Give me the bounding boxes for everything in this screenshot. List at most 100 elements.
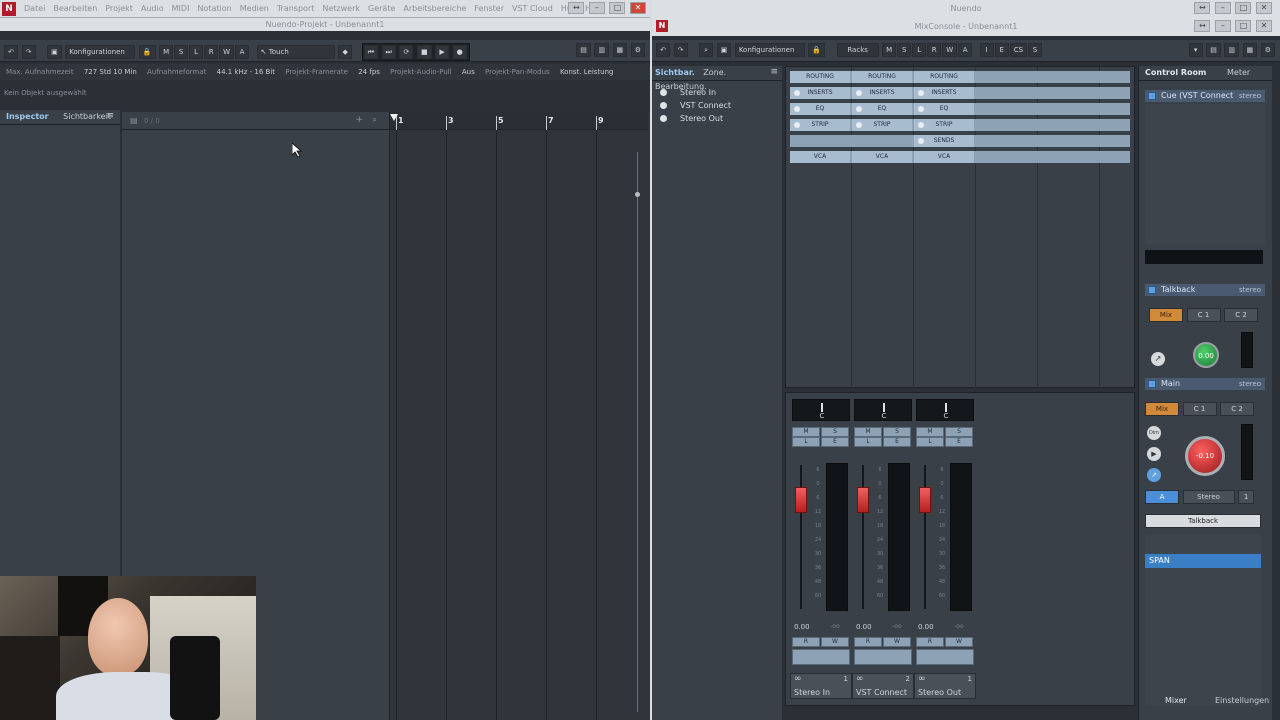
toolbar-toggle-r[interactable]: R	[204, 45, 219, 59]
lock-icon[interactable]: 🔒	[138, 45, 156, 59]
zoom-handle[interactable]	[635, 192, 640, 197]
search-icon[interactable]: ⌕	[699, 43, 714, 57]
redo-icon[interactable]: ↷	[21, 45, 36, 59]
strip-w-button[interactable]: W	[945, 637, 973, 647]
rack-vca-button[interactable]: VCA	[914, 151, 974, 163]
event-display[interactable]	[390, 130, 648, 720]
strip-s-button[interactable]: S	[945, 427, 973, 437]
lower-zone-icon[interactable]: ▥	[1224, 43, 1239, 57]
strip-w-button[interactable]: W	[821, 637, 849, 647]
cycle-icon[interactable]: ⟳	[399, 45, 414, 59]
gear-icon[interactable]: ⚙	[630, 43, 645, 57]
main-header[interactable]: Main stereo	[1145, 378, 1265, 390]
toolbar-toggle-m[interactable]: M	[159, 45, 174, 59]
rack-strip-button[interactable]: STRIP	[790, 119, 850, 131]
rack-routing-button[interactable]: ROUTING	[914, 71, 974, 83]
format-value[interactable]: 44.1 kHz - 16 Bit	[217, 68, 275, 76]
link-icon[interactable]: ∞	[856, 674, 864, 684]
rack-vca-button[interactable]: VCA	[852, 151, 912, 163]
volume-fader[interactable]	[919, 487, 931, 513]
minimize-button[interactable]: –	[588, 2, 605, 14]
strip-e-button[interactable]: E	[945, 437, 973, 447]
vertical-zoom[interactable]	[632, 132, 644, 712]
play-icon[interactable]: ▶	[1147, 447, 1161, 461]
talkback-c1-button[interactable]: C 1	[1186, 308, 1221, 322]
talkback-toggle-icon[interactable]	[1148, 286, 1156, 294]
search-icon[interactable]: ⌕	[373, 115, 377, 125]
menu-item[interactable]: Arbeitsbereiche	[399, 0, 470, 18]
rack-routing-button[interactable]: ROUTING	[852, 71, 912, 83]
main-c1-button[interactable]: C 1	[1182, 402, 1217, 416]
rack-power-icon[interactable]	[856, 106, 862, 112]
main-toggle-icon[interactable]	[1148, 380, 1156, 388]
rack-sends-button[interactable]: SENDS	[914, 135, 974, 147]
automation-icon[interactable]: ◆	[338, 45, 353, 59]
menu-item[interactable]: Transport	[273, 0, 319, 18]
max-time-value[interactable]: 727 Std 10 Min	[84, 68, 137, 76]
right-zone-icon[interactable]: ▦	[1242, 43, 1258, 57]
restore-icon[interactable]: ↔	[568, 2, 585, 14]
record-icon[interactable]: ●	[452, 45, 467, 59]
rack-eq-button[interactable]: EQ	[790, 103, 850, 115]
volume-fader[interactable]	[795, 487, 807, 513]
layout-icon[interactable]: ▣	[716, 43, 732, 57]
speaker-a-button[interactable]: A	[1145, 490, 1179, 504]
strip-l-button[interactable]: L	[854, 437, 882, 447]
rack-power-icon[interactable]	[918, 90, 924, 96]
rack-power-icon[interactable]	[918, 106, 924, 112]
toolbar-toggle-l[interactable]: L	[189, 45, 204, 59]
tab-meter[interactable]: Meter	[1221, 66, 1256, 80]
list-item[interactable]: VST Connect	[652, 99, 782, 112]
rack-strip-button[interactable]: STRIP	[852, 119, 912, 131]
toolbar-toggle-l[interactable]: L	[912, 43, 927, 57]
link-icon[interactable]: ∞	[794, 674, 802, 684]
toolbar-toggle-a[interactable]: A	[235, 45, 250, 59]
list-icon[interactable]: ▤	[130, 116, 138, 125]
close-button[interactable]: ✕	[1256, 2, 1272, 14]
configurations-dropdown[interactable]: Konfigurationen	[65, 45, 136, 59]
stop-icon[interactable]: ■	[416, 45, 432, 59]
rack-inserts-button[interactable]: INSERTS	[852, 87, 912, 99]
rack-strip-button[interactable]: STRIP	[914, 119, 974, 131]
visibility-dot-icon[interactable]	[660, 115, 667, 122]
strip-m-button[interactable]: M	[854, 427, 882, 437]
close-button[interactable]: ✕	[1256, 20, 1272, 32]
talkback-mix-button[interactable]: Mix	[1149, 308, 1183, 322]
pan-control[interactable]: C	[792, 399, 850, 421]
list-item[interactable]: Stereo In	[652, 86, 782, 99]
maximize-button[interactable]: □	[1235, 20, 1252, 32]
link-icon[interactable]: ↗	[1151, 352, 1165, 366]
ruler[interactable]: 1 3 5 7 9	[390, 112, 648, 130]
channel-name-bar[interactable]: ∞ 1 Stereo Out	[914, 673, 976, 699]
rack-power-icon[interactable]	[918, 138, 924, 144]
strip-r-button[interactable]: R	[854, 637, 882, 647]
framerate-value[interactable]: 24 fps	[358, 68, 380, 76]
rack-inserts-button[interactable]: INSERTS	[914, 87, 974, 99]
volume-value[interactable]: 0.00	[794, 623, 810, 631]
talkback-level-knob[interactable]: 0.00	[1193, 342, 1219, 368]
menu-item[interactable]: MIDI	[168, 0, 194, 18]
main-mix-button[interactable]: Mix	[1145, 402, 1179, 416]
channel-name-bar[interactable]: ∞ 2 VST Connect	[852, 673, 914, 699]
strip-m-button[interactable]: M	[916, 427, 944, 437]
toolbar-toggle-a[interactable]: A	[958, 43, 973, 57]
strip-s-button[interactable]: S	[883, 427, 911, 437]
add-track-icon[interactable]: +	[355, 115, 363, 125]
rack-eq-button[interactable]: EQ	[852, 103, 912, 115]
minimize-button[interactable]: –	[1214, 2, 1231, 14]
menu-item[interactable]: VST Cloud	[508, 0, 557, 18]
menu-item[interactable]: Geräte	[364, 0, 399, 18]
left-zone-icon[interactable]: ▤	[576, 43, 591, 57]
gear-icon[interactable]: ⚙	[1260, 43, 1275, 57]
rack-power-icon[interactable]	[918, 122, 924, 128]
rack-eq-button[interactable]: EQ	[914, 103, 974, 115]
menu-item[interactable]: Audio	[137, 0, 168, 18]
close-button[interactable]: ✕	[630, 2, 646, 14]
rack-power-icon[interactable]	[856, 90, 862, 96]
cue-channel-header[interactable]: Cue (VST Connect stereo	[1145, 90, 1265, 102]
volume-fader[interactable]	[857, 487, 869, 513]
rack-power-icon[interactable]	[856, 122, 862, 128]
tab-mixer[interactable]: Mixer	[1159, 694, 1193, 708]
undo-icon[interactable]: ↶	[4, 45, 18, 59]
rack-power-icon[interactable]	[794, 122, 800, 128]
